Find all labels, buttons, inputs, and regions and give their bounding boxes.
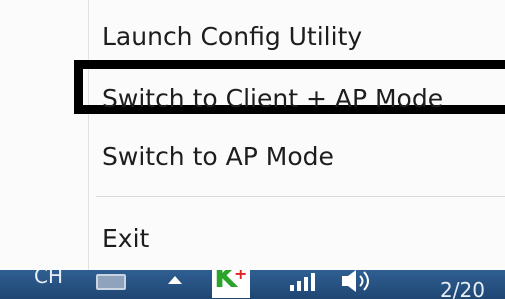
screenshot: Launch Config Utility Switch to Client +… (0, 0, 505, 299)
menu-item-switch-to-ap-mode[interactable]: Switch to AP Mode (102, 142, 334, 172)
menu-item-exit[interactable]: Exit (102, 224, 149, 254)
tray-context-menu: Launch Config Utility Switch to Client +… (0, 0, 505, 270)
k-plus-wifi-utility-icon[interactable]: K + (212, 270, 250, 298)
show-hidden-icons-arrow-icon[interactable] (168, 276, 182, 284)
keyboard-icon[interactable] (96, 274, 126, 290)
taskbar: CH K + 2/20 (0, 270, 505, 299)
menu-icon-gutter-divider (88, 0, 89, 270)
menu-item-launch-config-utility[interactable]: Launch Config Utility (102, 22, 362, 52)
menu-separator-highlight (96, 197, 505, 198)
speaker-icon[interactable] (340, 270, 376, 298)
plus-glyph: + (234, 270, 248, 283)
clock-partial[interactable]: 2/20 (440, 278, 485, 299)
menu-item-switch-to-client-ap-mode[interactable]: Switch to Client + AP Mode (102, 84, 443, 114)
language-indicator[interactable]: CH (34, 270, 63, 288)
